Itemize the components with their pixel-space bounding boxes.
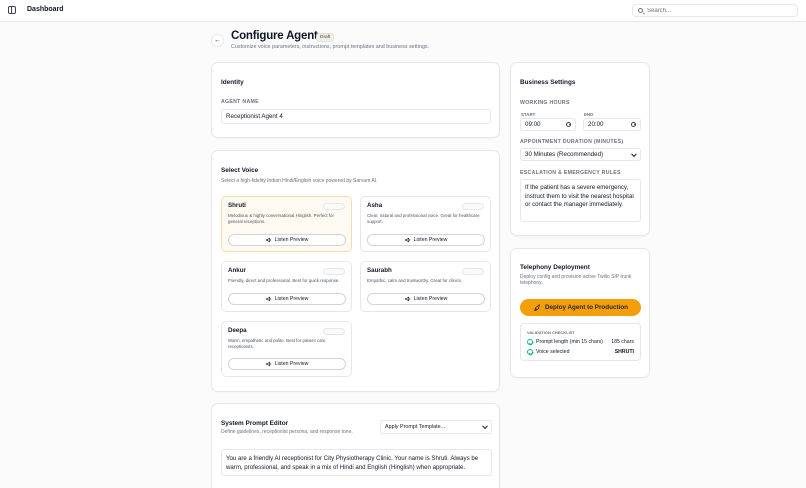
deploy-button[interactable]: Deploy Agent to Production [520,299,641,316]
duration-select[interactable]: 30 Minutes (Recommended) [520,148,641,161]
voice-toggle[interactable] [462,203,484,210]
check-label: Prompt length (min 15 chars) [536,339,603,345]
preview-label: Listen Preview [274,361,309,367]
prompt-title: System Prompt Editor [221,420,289,427]
speaker-icon [265,237,271,243]
check-label: Voice selected [536,349,570,355]
clock-icon [631,122,636,127]
arrow-left-icon: ← [214,37,221,44]
duration-value: 30 Minutes (Recommended) [525,151,604,158]
listen-preview-button[interactable]: Listen Preview [367,234,485,246]
system-prompt-textarea[interactable]: You are a friendly AI receptionist for C… [221,449,492,476]
agent-name-input[interactable]: Receptionist Agent 4 [221,109,491,124]
preview-label: Listen Preview [274,237,309,243]
speaker-icon [265,361,271,367]
telephony-title: Telephony Deployment [520,264,590,271]
validation-checklist: VALIDATION CHECKLIST Prompt length (min … [520,323,641,361]
telephony-subtitle: Deploy config and provision active Twili… [520,274,632,287]
voice-name: Ankur [228,267,246,274]
agent-name-label: AGENT NAME [221,99,259,105]
voice-toggle[interactable] [323,203,345,210]
escalation-text: If the patient has a severe emergency, i… [525,184,634,209]
business-title: Business Settings [520,79,576,86]
chevron-down-icon [482,423,488,430]
page-title: Configure Agent [231,30,318,42]
back-button[interactable]: ← [211,34,224,47]
voice-name: Asha [367,202,383,209]
voice-toggle[interactable] [323,328,345,335]
search-icon [638,8,643,13]
speaker-icon [265,296,271,302]
chevron-down-icon [631,150,637,157]
check-circle-icon [527,349,533,355]
check-value: 185 chars [611,339,634,345]
voice-option-ankur[interactable]: Ankur Friendly, direct and professional.… [221,261,352,312]
voice-card: Select Voice Select a high-fidelity Indi… [211,150,500,392]
preview-label: Listen Preview [413,296,448,302]
listen-preview-button[interactable]: Listen Preview [228,234,346,246]
end-time-value: 20:00 [588,121,604,128]
escalation-textarea[interactable]: If the patient has a severe emergency, i… [520,179,641,222]
voice-toggle[interactable] [462,268,484,275]
checklist-title: VALIDATION CHECKLIST [527,330,575,335]
sidebar-toggle-icon[interactable] [8,6,16,14]
identity-card: Identity AGENT NAME Receptionist Agent 4 [211,62,500,138]
voice-desc: Empathic, calm and trustworthy. Great fo… [367,278,463,283]
voice-option-asha[interactable]: Asha Clear, natural and professional voi… [360,196,491,252]
voice-name: Shruti [228,202,246,209]
voice-subtitle: Select a high-fidelity Indian Hindi/Engl… [221,178,378,184]
voice-desc: Melodious & highly conversational Hingli… [228,213,334,225]
identity-title: Identity [221,79,244,86]
prompt-template-value: Apply Prompt Template... [385,424,446,430]
preview-label: Listen Preview [274,296,309,302]
voice-desc: Clear, natural and professional voice. G… [367,213,480,225]
voice-option-shruti[interactable]: Shruti Melodious & highly conversational… [221,196,352,252]
voice-desc: Friendly, direct and professional. Best … [228,278,340,283]
voice-name: Saurabh [367,267,392,274]
deploy-label: Deploy Agent to Production [544,304,629,311]
page-subtitle: Customize voice parameters, instructions… [231,44,430,50]
end-time-input[interactable]: 20:00 [583,118,641,131]
business-settings-card: Business Settings WORKING HOURS START EN… [510,62,650,236]
top-bar: Dashboard [0,0,806,22]
listen-preview-button[interactable]: Listen Preview [367,293,485,305]
agent-name-value: Receptionist Agent 4 [226,113,283,120]
system-prompt-card: System Prompt Editor Define guidelines, … [211,403,500,488]
prompt-template-select[interactable]: Apply Prompt Template... [380,420,492,434]
voice-option-deepa[interactable]: Deepa Warm, empathetic and polite. Best … [221,321,352,377]
voice-option-saurabh[interactable]: Saurabh Empathic, calm and trustworthy. … [360,261,491,312]
check-circle-icon [527,339,533,345]
rocket-icon [533,303,540,311]
start-label: START [521,112,536,117]
check-row: Prompt length (min 15 chars) [527,339,603,345]
status-badge: Draft [316,33,335,42]
breadcrumb-dashboard: Dashboard [27,6,64,13]
voice-title: Select Voice [221,167,259,174]
duration-label: APPOINTMENT DURATION (MINUTES) [520,139,624,145]
working-hours-label: WORKING HOURS [520,100,570,106]
check-row: Voice selected [527,349,569,355]
search-input[interactable] [647,6,793,16]
system-prompt-text: You are a friendly AI receptionist for C… [226,455,479,472]
speaker-icon [404,237,410,243]
speaker-icon [404,296,410,302]
voice-name: Deepa [228,327,247,334]
start-time-input[interactable]: 09:00 [520,118,576,131]
escalation-label: ESCALATION & EMERGENCY RULES [520,170,621,176]
start-time-value: 09:00 [525,121,541,128]
voice-desc: Warm, empathetic and polite. Best for pa… [228,338,326,350]
check-value: SHRUTI [614,349,634,355]
preview-label: Listen Preview [413,237,448,243]
clock-icon [566,122,571,127]
listen-preview-button[interactable]: Listen Preview [228,358,346,370]
prompt-subtitle: Define guidelines, receptionist persona,… [221,429,353,435]
search-box[interactable] [632,4,798,17]
voice-toggle[interactable] [323,268,345,275]
listen-preview-button[interactable]: Listen Preview [228,293,346,305]
end-label: END [584,112,594,117]
